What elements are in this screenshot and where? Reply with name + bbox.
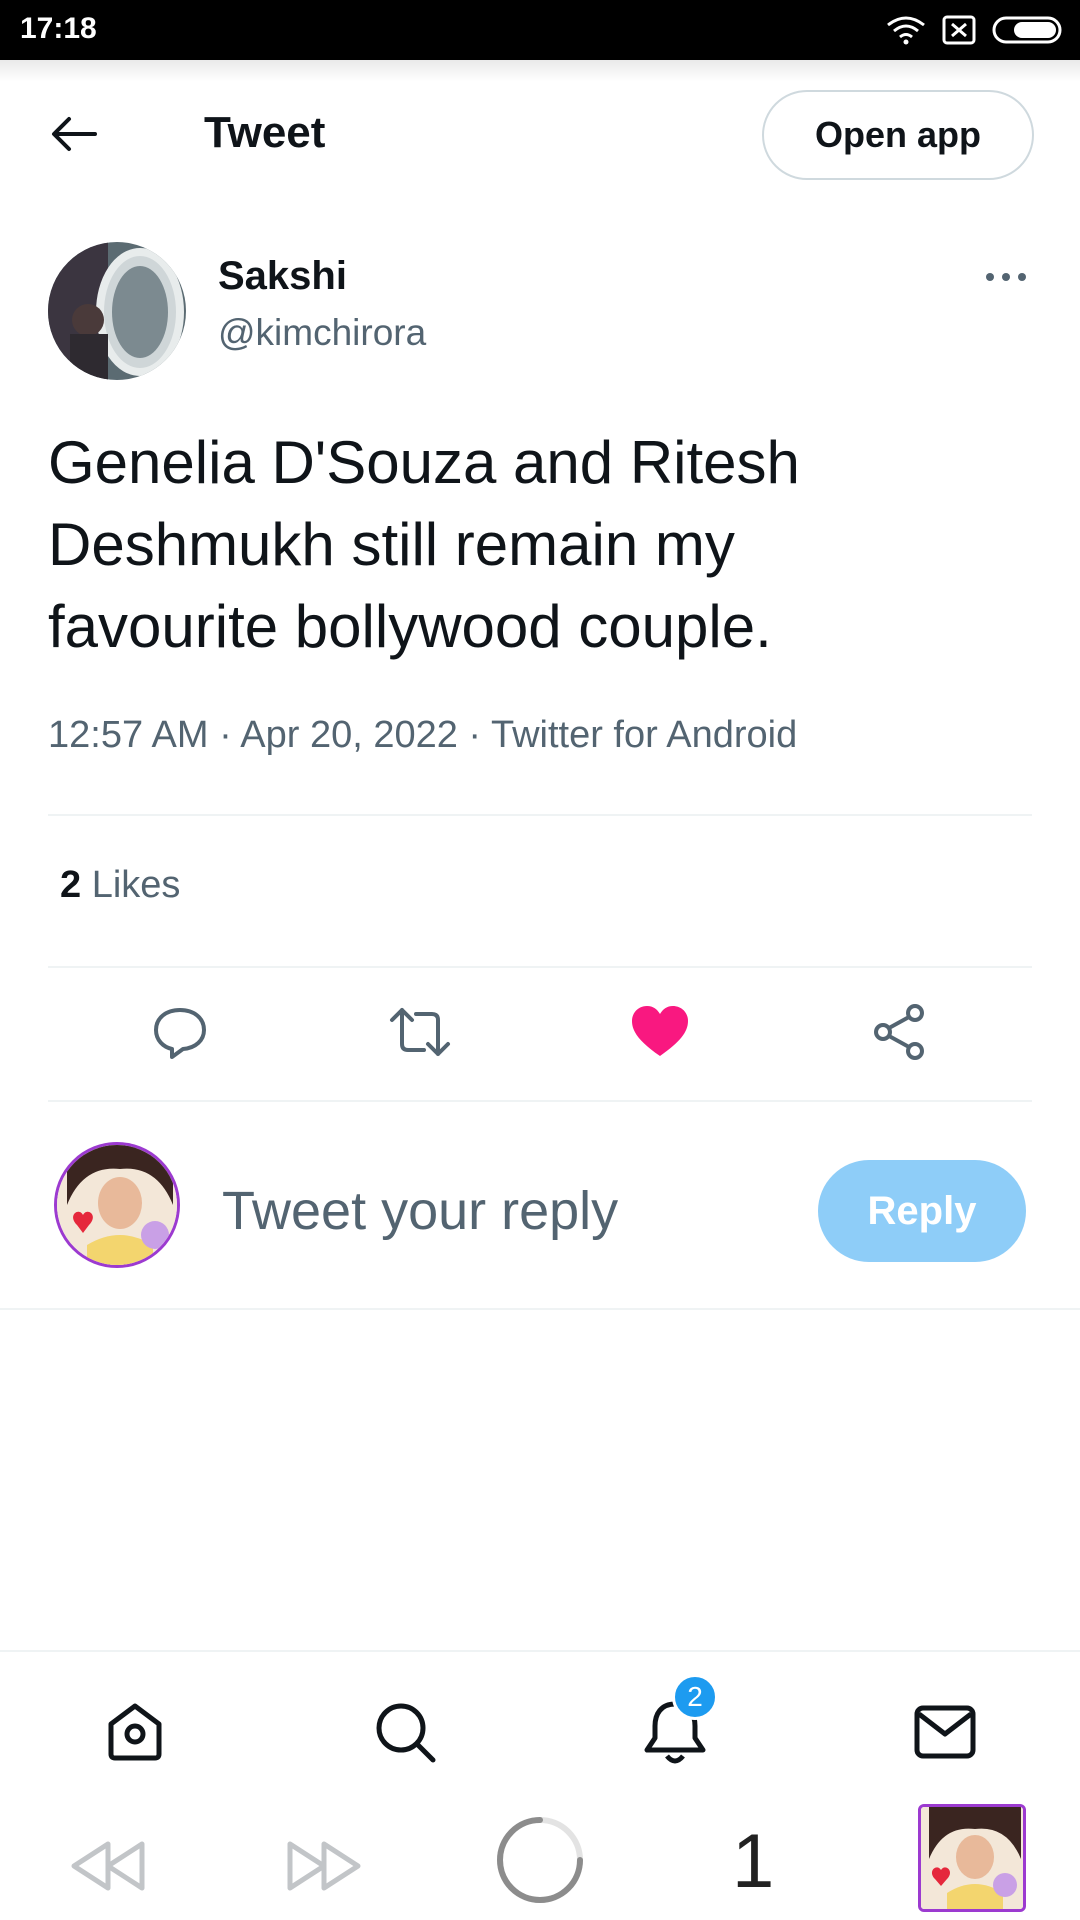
status-icons xyxy=(886,12,1064,48)
header-shadow xyxy=(0,60,1080,82)
tweet-text-line: Deshmukh still remain my xyxy=(48,511,735,578)
media-control-bar: 1 xyxy=(0,1800,1080,1920)
likes-count: 2 xyxy=(60,864,82,906)
likes-label: Likes xyxy=(91,864,181,906)
messages-icon xyxy=(914,1705,976,1759)
fast-forward-icon xyxy=(287,1841,361,1891)
more-icon xyxy=(986,273,1026,281)
tweet-meta: 12:57 AM · Apr 20, 2022 · Twitter for An… xyxy=(48,714,797,757)
like-action-button[interactable] xyxy=(628,1000,692,1064)
meta-separator: · xyxy=(208,714,241,756)
likes-stat[interactable]: 2 Likes xyxy=(60,864,180,907)
home-icon xyxy=(108,1703,162,1761)
loading-spinner xyxy=(494,1814,586,1906)
fast-forward-button[interactable] xyxy=(286,1826,362,1906)
back-button[interactable] xyxy=(44,104,104,164)
retweet-action-button[interactable] xyxy=(388,1000,452,1064)
rewind-icon xyxy=(71,1841,145,1891)
wifi-icon xyxy=(886,15,926,45)
nav-search[interactable] xyxy=(369,1696,441,1768)
more-options-button[interactable] xyxy=(980,262,1032,292)
page-number[interactable]: 1 xyxy=(732,1818,774,1905)
tweet-source[interactable]: Twitter for Android xyxy=(491,714,797,756)
divider xyxy=(0,1308,1080,1310)
page-title: Tweet xyxy=(204,108,326,157)
back-arrow-icon xyxy=(52,117,97,151)
thumbnail[interactable] xyxy=(918,1804,1026,1912)
share-icon xyxy=(874,1004,924,1060)
like-icon xyxy=(632,1006,688,1056)
top-app-bar: Tweet Open app xyxy=(0,60,1080,208)
status-time: 17:18 xyxy=(20,12,97,45)
search-icon xyxy=(376,1703,436,1763)
notification-badge: 2 xyxy=(672,1674,718,1720)
nav-home[interactable] xyxy=(99,1696,171,1768)
author-handle[interactable]: @kimchirora xyxy=(218,312,426,354)
tweet-text: Genelia D'Souza and Ritesh Deshmukh stil… xyxy=(48,422,1048,668)
battery-icon xyxy=(992,15,1064,45)
author-name[interactable]: Sakshi xyxy=(218,254,347,299)
reply-button[interactable]: Reply xyxy=(818,1160,1026,1262)
divider xyxy=(48,814,1032,816)
tweet-time[interactable]: 12:57 AM xyxy=(48,714,209,756)
loading-spinner-icon xyxy=(497,1817,583,1903)
nav-messages[interactable] xyxy=(909,1696,981,1768)
tweet-text-line: favourite bollywood couple. xyxy=(48,593,772,660)
user-avatar xyxy=(54,1142,180,1268)
divider xyxy=(48,1100,1032,1102)
bottom-navigation: 2 xyxy=(0,1650,1080,1800)
open-app-button[interactable]: Open app xyxy=(762,90,1034,180)
tweet-text-line: Genelia D'Souza and Ritesh xyxy=(48,429,800,496)
share-action-button[interactable] xyxy=(868,1000,932,1064)
author-avatar[interactable] xyxy=(48,242,186,380)
tweet-date[interactable]: Apr 20, 2022 xyxy=(240,714,458,756)
status-bar: 17:18 xyxy=(0,0,1080,60)
retweet-icon xyxy=(390,1008,450,1056)
sim-icon xyxy=(942,15,976,45)
divider xyxy=(48,966,1032,968)
reply-icon xyxy=(154,1008,206,1059)
reply-action-button[interactable] xyxy=(148,1000,212,1064)
meta-separator: · xyxy=(457,714,491,756)
rewind-button[interactable] xyxy=(70,1826,146,1906)
reply-input[interactable]: Tweet your reply xyxy=(222,1180,618,1242)
